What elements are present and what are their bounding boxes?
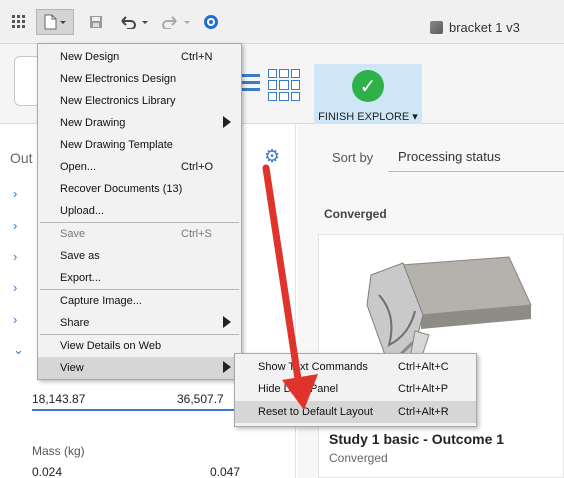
menu-item-label: Save as (60, 250, 100, 262)
menu-item-view[interactable]: View (38, 357, 241, 379)
mass-max: 0.047 (210, 465, 241, 478)
menu-item-shortcut: Ctrl+N (181, 51, 213, 63)
chevron-right-icon[interactable]: › (13, 312, 17, 327)
menu-item-label: Open... (60, 161, 97, 173)
sort-label: Sort by (332, 150, 374, 165)
outcome-status: Converged (329, 451, 388, 465)
outcome-title: Study 1 basic - Outcome 1 (329, 431, 505, 447)
submenu-arrow-icon (223, 361, 231, 373)
menu-item-label: Hide Data Panel (258, 383, 339, 395)
menu-item-view-details-on-web[interactable]: View Details on Web (38, 335, 241, 357)
range-slider[interactable] (32, 409, 258, 411)
menu-item-new-design[interactable]: New Design Ctrl+N (38, 46, 241, 68)
menu-item-shortcut: Ctrl+Alt+C (398, 361, 449, 373)
mass-values: 0.024 0.047 (32, 465, 252, 478)
menu-item-share[interactable]: Share (38, 312, 241, 334)
submenu-item-show-text-commands[interactable]: Show Text Commands Ctrl+Alt+C (235, 356, 476, 378)
menu-item-label: New Electronics Library (60, 95, 176, 107)
sort-dropdown[interactable]: Processing status (388, 140, 564, 172)
group-header: Converged (324, 207, 387, 221)
chevron-right-icon[interactable]: › (13, 186, 17, 201)
component-cube-icon (430, 21, 443, 34)
redo-icon[interactable] (160, 9, 194, 35)
menu-item-capture-image[interactable]: Capture Image... (38, 290, 241, 312)
menu-item-label: Recover Documents (13) (60, 183, 183, 195)
menu-item-upload[interactable]: Upload... (38, 200, 241, 222)
menu-item-label: Upload... (60, 205, 105, 217)
job-status-icon[interactable] (200, 9, 222, 35)
checkmark-icon: ✓ (352, 70, 384, 102)
range-min: 18,143.87 (32, 392, 86, 406)
menu-item-shortcut: Ctrl+Alt+R (398, 406, 449, 418)
menu-item-save[interactable]: Save Ctrl+S (38, 223, 241, 245)
apps-grid-icon[interactable] (8, 9, 30, 35)
menu-item-label: Capture Image... (60, 295, 142, 307)
menu-item-label: Save (60, 228, 86, 240)
mass-min: 0.024 (32, 465, 63, 478)
submenu-arrow-icon (223, 116, 231, 128)
menu-item-save-as[interactable]: Save as (38, 245, 241, 267)
menu-item-shortcut: Ctrl+O (181, 161, 214, 173)
submenu-item-hide-data-panel[interactable]: Hide Data Panel Ctrl+Alt+P (235, 378, 476, 400)
undo-icon[interactable] (118, 9, 152, 35)
view-submenu: Show Text Commands Ctrl+Alt+C Hide Data … (234, 353, 477, 427)
menu-item-new-electronics-library[interactable]: New Electronics Library (38, 90, 241, 112)
menu-item-label: Reset to Default Layout (258, 406, 373, 418)
menu-item-label: Show Text Commands (258, 361, 368, 373)
menu-item-open[interactable]: Open... Ctrl+O (38, 156, 241, 178)
menu-item-shortcut: Ctrl+S (181, 228, 212, 240)
file-menu-button[interactable] (36, 9, 74, 35)
finish-explore-label: FINISH EXPLORE ▾ (318, 111, 418, 123)
quick-access-toolbar: bracket 1 v3 (0, 0, 564, 44)
chevron-down-icon[interactable]: ⌄ (13, 342, 24, 358)
chevron-right-icon[interactable]: › (13, 249, 17, 264)
mass-label: Mass (kg) (32, 444, 85, 458)
save-icon[interactable] (86, 9, 106, 35)
gear-icon[interactable]: ⚙ (264, 146, 280, 167)
menu-item-label: View (60, 362, 84, 374)
list-view-icon[interactable] (240, 74, 260, 96)
menu-item-shortcut: Ctrl+Alt+P (398, 383, 449, 395)
chevron-right-icon[interactable]: › (13, 280, 17, 295)
menu-item-label: New Design (60, 51, 120, 63)
menu-item-label: New Drawing (60, 117, 126, 129)
menu-item-label: Export... (60, 272, 101, 284)
submenu-item-reset-to-default-layout[interactable]: Reset to Default Layout Ctrl+Alt+R (235, 401, 476, 423)
grid-view-icon[interactable] (268, 69, 300, 101)
menu-item-new-drawing-template[interactable]: New Drawing Template (38, 134, 241, 156)
chevron-right-icon[interactable]: › (13, 218, 17, 233)
menu-item-label: View Details on Web (60, 340, 162, 352)
menu-item-new-drawing[interactable]: New Drawing (38, 112, 241, 134)
file-dropdown-menu: New Design Ctrl+N New Electronics Design… (37, 43, 242, 380)
menu-item-new-electronics-design[interactable]: New Electronics Design (38, 68, 241, 90)
panel-title: Out (10, 150, 33, 166)
range-max: 36,507.7 (177, 392, 224, 406)
menu-item-label: New Electronics Design (60, 73, 177, 85)
menu-item-recover-documents[interactable]: Recover Documents (13) (38, 178, 241, 200)
menu-item-export[interactable]: Export... (38, 267, 241, 289)
menu-item-label: New Drawing Template (60, 139, 173, 151)
document-title-text: bracket 1 v3 (449, 20, 520, 35)
menu-item-label: Share (60, 317, 90, 329)
submenu-arrow-icon (223, 316, 231, 328)
document-title: bracket 1 v3 (430, 20, 520, 35)
